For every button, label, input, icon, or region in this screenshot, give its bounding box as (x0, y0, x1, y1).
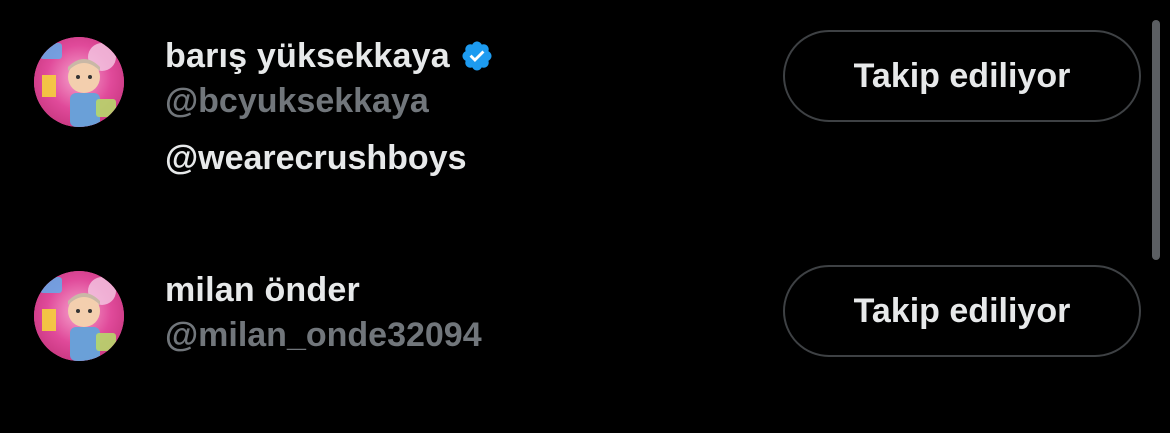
account-info: barış yüksekkaya @bcyuksekkaya @wearecru… (165, 35, 494, 178)
following-list: barış yüksekkaya @bcyuksekkaya @wearecru… (0, 0, 1170, 433)
following-button[interactable]: Takip ediliyor (783, 30, 1141, 122)
avatar[interactable] (34, 271, 124, 361)
account-row[interactable]: barış yüksekkaya @bcyuksekkaya @wearecru… (0, 0, 1170, 235)
account-row[interactable]: milan önder @milan_onde32094 Takip edili… (0, 235, 1170, 433)
verified-badge-icon (460, 39, 494, 73)
user-handle[interactable]: @milan_onde32094 (165, 311, 482, 359)
user-handle[interactable]: @bcyuksekkaya (165, 77, 494, 125)
avatar[interactable] (34, 37, 124, 127)
user-bio[interactable]: @wearecrushboys (165, 139, 494, 178)
display-name[interactable]: barış yüksekkaya (165, 37, 450, 76)
display-name[interactable]: milan önder (165, 271, 360, 310)
avatar-photo-icon (34, 271, 124, 361)
following-button[interactable]: Takip ediliyor (783, 265, 1141, 357)
name-line: milan önder (165, 269, 482, 311)
avatar-photo-icon (34, 37, 124, 127)
account-info: milan önder @milan_onde32094 (165, 269, 482, 359)
scrollbar[interactable] (1152, 20, 1160, 260)
name-line: barış yüksekkaya (165, 35, 494, 77)
